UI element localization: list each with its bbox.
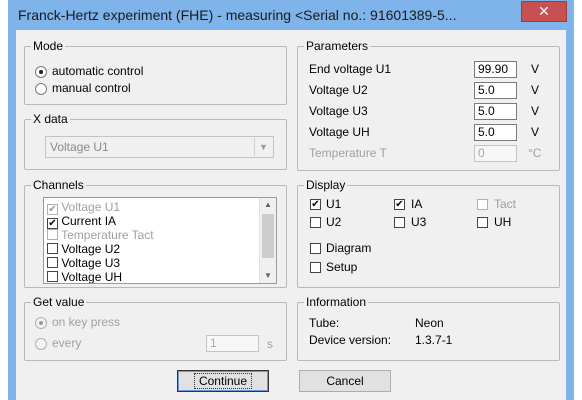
interval-unit: s	[267, 337, 273, 351]
channels-list[interactable]: ✔ Voltage U1 ✔ Current IA Temperature Ta…	[43, 197, 277, 284]
ia-label[interactable]: IA	[411, 197, 422, 211]
close-button[interactable]: ✕	[521, 1, 567, 22]
manual-control-radio[interactable]	[35, 83, 47, 95]
channels-scrollbar[interactable]: ▲ ▼	[259, 198, 276, 283]
voltage-u2-unit: V	[531, 83, 540, 97]
setup-label[interactable]: Setup	[326, 260, 357, 274]
list-item[interactable]: Voltage U2	[47, 243, 120, 256]
title-bar[interactable]: Franck-Hertz experiment (FHE) - measurin…	[8, 0, 574, 30]
continue-label: Continue	[193, 373, 253, 389]
u3-label[interactable]: U3	[411, 215, 426, 229]
xdata-legend: X data	[31, 112, 70, 126]
end-voltage-u1-field[interactable]: 99.90	[474, 61, 517, 78]
end-voltage-u1-unit: V	[531, 62, 540, 76]
cancel-button[interactable]: Cancel	[299, 370, 391, 392]
voltage-u2-field[interactable]: 5.0	[474, 82, 517, 99]
channel-label: Voltage U1	[61, 200, 121, 214]
tube-value: Neon	[415, 316, 444, 330]
channel-label: Voltage U2	[61, 242, 121, 256]
checkbox-u2[interactable]	[310, 217, 321, 228]
list-item[interactable]: ✔ Current IA	[47, 214, 117, 229]
getvalue-legend: Get value	[31, 295, 87, 309]
temperature-t-field[interactable]: 0	[474, 145, 517, 162]
voltage-uh-unit: V	[531, 125, 540, 139]
information-group: Information Tube: Neon Device version: 1…	[297, 295, 560, 361]
dialog-client: Mode automatic control manual control X …	[16, 30, 566, 400]
checkbox-tact[interactable]	[477, 199, 488, 210]
scroll-thumb[interactable]	[262, 214, 274, 258]
close-icon: ✕	[538, 3, 550, 19]
channel-label: Temperature Tact	[61, 228, 154, 242]
voltage-u2-label: Voltage U2	[309, 83, 368, 97]
scroll-up-icon[interactable]: ▲	[260, 198, 276, 212]
continue-button[interactable]: Continue	[177, 370, 269, 392]
automatic-control-radio[interactable]	[35, 66, 47, 78]
window-title: Franck-Hertz experiment (FHE) - measurin…	[18, 7, 457, 23]
mode-group: Mode automatic control manual control	[24, 39, 287, 105]
xdata-group: X data Voltage U1 ▼	[24, 112, 287, 170]
every-label[interactable]: every	[52, 336, 81, 350]
end-voltage-u1-label: End voltage U1	[309, 62, 392, 76]
u1-label[interactable]: U1	[326, 197, 341, 211]
voltage-u3-label: Voltage U3	[309, 104, 368, 118]
tact-label[interactable]: Tact	[494, 197, 516, 211]
scroll-down-icon[interactable]: ▼	[260, 269, 276, 283]
checkbox-voltage-u3[interactable]	[47, 257, 58, 268]
temperature-t-label: Temperature T	[309, 146, 387, 160]
list-item[interactable]: Voltage UH	[47, 270, 123, 284]
cancel-label: Cancel	[326, 374, 364, 388]
interval-field[interactable]: 1	[206, 335, 259, 352]
channel-label: Voltage U3	[61, 256, 121, 270]
voltage-u3-unit: V	[531, 104, 540, 118]
checkbox-diagram[interactable]	[310, 243, 321, 254]
checkbox-voltage-uh[interactable]	[47, 271, 58, 282]
device-version-value: 1.3.7-1	[415, 333, 453, 347]
list-item[interactable]: Voltage U3	[47, 257, 120, 270]
checkbox-voltage-u1[interactable]: ✔	[47, 204, 58, 215]
display-group: Display ✔ U1 ✔ IA Tact U2 U3 UH Diagram …	[297, 178, 560, 288]
channel-label: Current IA	[61, 214, 117, 228]
channels-group: Channels ✔ Voltage U1 ✔ Current IA Tempe…	[24, 178, 287, 288]
tube-label: Tube:	[309, 316, 340, 330]
voltage-uh-label: Voltage UH	[309, 125, 370, 139]
on-key-press-radio[interactable]	[35, 317, 47, 329]
display-legend: Display	[304, 178, 348, 192]
channels-legend: Channels	[31, 178, 86, 192]
chevron-down-icon[interactable]: ▼	[254, 138, 272, 156]
temperature-t-unit: °C	[528, 146, 542, 160]
device-version-label: Device version:	[309, 333, 392, 347]
voltage-u3-field[interactable]: 5.0	[474, 103, 517, 120]
checkbox-u3[interactable]	[394, 217, 405, 228]
every-radio[interactable]	[35, 338, 47, 350]
information-legend: Information	[304, 295, 369, 309]
mode-legend: Mode	[31, 39, 66, 53]
on-key-press-label[interactable]: on key press	[52, 315, 120, 329]
uh-label[interactable]: UH	[494, 215, 511, 229]
checkbox-uh[interactable]	[477, 217, 488, 228]
checkbox-current-ia[interactable]: ✔	[47, 218, 58, 229]
checkbox-setup[interactable]	[310, 262, 321, 273]
channel-label: Voltage UH	[61, 270, 123, 284]
xdata-value: Voltage U1	[50, 140, 109, 154]
checkbox-ia[interactable]: ✔	[394, 199, 405, 210]
getvalue-group: Get value on key press every 1 s	[24, 295, 287, 361]
voltage-uh-field[interactable]: 5.0	[474, 124, 517, 141]
parameters-legend: Parameters	[304, 39, 371, 53]
parameters-group: Parameters End voltage U1 99.90 V Voltag…	[297, 39, 560, 171]
u2-label[interactable]: U2	[326, 215, 341, 229]
xdata-select[interactable]: Voltage U1 ▼	[45, 136, 274, 158]
list-item[interactable]: Temperature Tact	[47, 229, 154, 242]
checkbox-u1[interactable]: ✔	[310, 199, 321, 210]
manual-control-label[interactable]: manual control	[52, 81, 131, 95]
automatic-control-label[interactable]: automatic control	[52, 64, 143, 78]
checkbox-voltage-u2[interactable]	[47, 243, 58, 254]
checkbox-temperature-tact[interactable]	[47, 229, 58, 240]
list-item[interactable]: ✔ Voltage U1	[47, 200, 121, 215]
diagram-label[interactable]: Diagram	[326, 241, 371, 255]
